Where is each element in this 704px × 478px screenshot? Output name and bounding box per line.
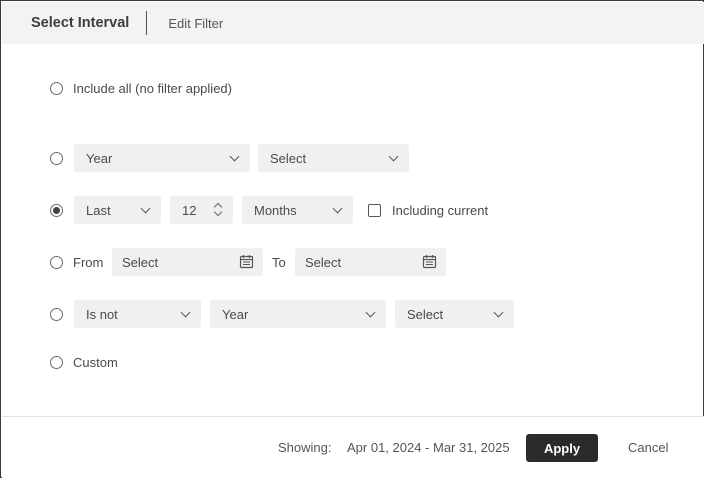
showing-range-value: Apr 01, 2024 - Mar 31, 2025	[347, 440, 510, 455]
to-date-input[interactable]: Select	[295, 248, 446, 276]
radio-custom[interactable]	[50, 355, 63, 369]
period-value-select[interactable]: Select	[258, 144, 409, 172]
chevron-down-icon	[388, 151, 399, 162]
exclude-value-select[interactable]: Select	[395, 300, 514, 328]
select-interval-dialog: Select Interval Edit Filter Include all …	[0, 0, 704, 478]
relative-unit-select[interactable]: Months	[242, 196, 353, 224]
header-divider	[146, 11, 148, 35]
relative-count-value: 12	[182, 202, 197, 218]
apply-button[interactable]: Apply	[526, 434, 598, 462]
tab-edit-filter[interactable]: Edit Filter	[168, 16, 223, 31]
chevron-down-icon	[332, 203, 343, 214]
exclude-unit-select[interactable]: Year	[210, 300, 386, 328]
including-current-label: Including current	[392, 203, 489, 218]
from-date-input[interactable]: Select	[112, 248, 263, 276]
period-value-text: Select	[270, 150, 307, 166]
custom-label: Custom	[73, 354, 118, 370]
option-range[interactable]: From	[50, 248, 103, 276]
dialog-header: Select Interval Edit Filter	[2, 2, 704, 44]
relative-direction-value: Last	[86, 202, 111, 218]
to-date-value: Select	[305, 254, 342, 270]
option-exclude[interactable]	[50, 300, 63, 328]
calendar-icon[interactable]	[422, 254, 437, 269]
exclude-value-text: Select	[407, 306, 444, 322]
option-include-all[interactable]: Include all (no filter applied)	[50, 74, 232, 102]
radio-exclude[interactable]	[50, 307, 63, 321]
period-unit-select[interactable]: Year	[74, 144, 250, 172]
relative-direction-select[interactable]: Last	[74, 196, 161, 224]
chevron-down-icon	[229, 151, 240, 162]
cancel-button[interactable]: Cancel	[628, 440, 668, 455]
chevron-down-icon	[140, 203, 151, 214]
exclude-unit-value: Year	[222, 306, 249, 322]
exclude-operator-select[interactable]: Is not	[74, 300, 201, 328]
relative-count-stepper[interactable]: 12	[170, 196, 233, 224]
tab-select-interval[interactable]: Select Interval	[2, 15, 129, 31]
calendar-icon[interactable]	[239, 254, 254, 269]
from-date-value: Select	[122, 254, 159, 270]
exclude-operator-value: Is not	[86, 306, 118, 322]
radio-relative[interactable]	[50, 203, 63, 217]
chevron-down-icon	[493, 307, 504, 318]
dialog-footer: Showing: Apr 01, 2024 - Mar 31, 2025 App…	[2, 416, 704, 478]
chevron-down-icon[interactable]	[213, 207, 223, 217]
including-current-checkbox[interactable]	[368, 204, 381, 217]
period-unit-value: Year	[86, 150, 113, 166]
showing-label: Showing:	[278, 440, 332, 455]
radio-include-all[interactable]	[50, 81, 63, 95]
include-all-label: Include all (no filter applied)	[73, 80, 232, 96]
to-label: To	[272, 255, 286, 270]
chevron-down-icon	[180, 307, 191, 318]
radio-period[interactable]	[50, 151, 63, 165]
relative-unit-value: Months	[254, 202, 297, 218]
option-relative[interactable]	[50, 196, 63, 224]
option-period[interactable]	[50, 144, 63, 172]
chevron-down-icon	[365, 307, 376, 318]
radio-range[interactable]	[50, 255, 63, 269]
from-label: From	[73, 254, 104, 270]
option-custom[interactable]: Custom	[50, 348, 118, 376]
